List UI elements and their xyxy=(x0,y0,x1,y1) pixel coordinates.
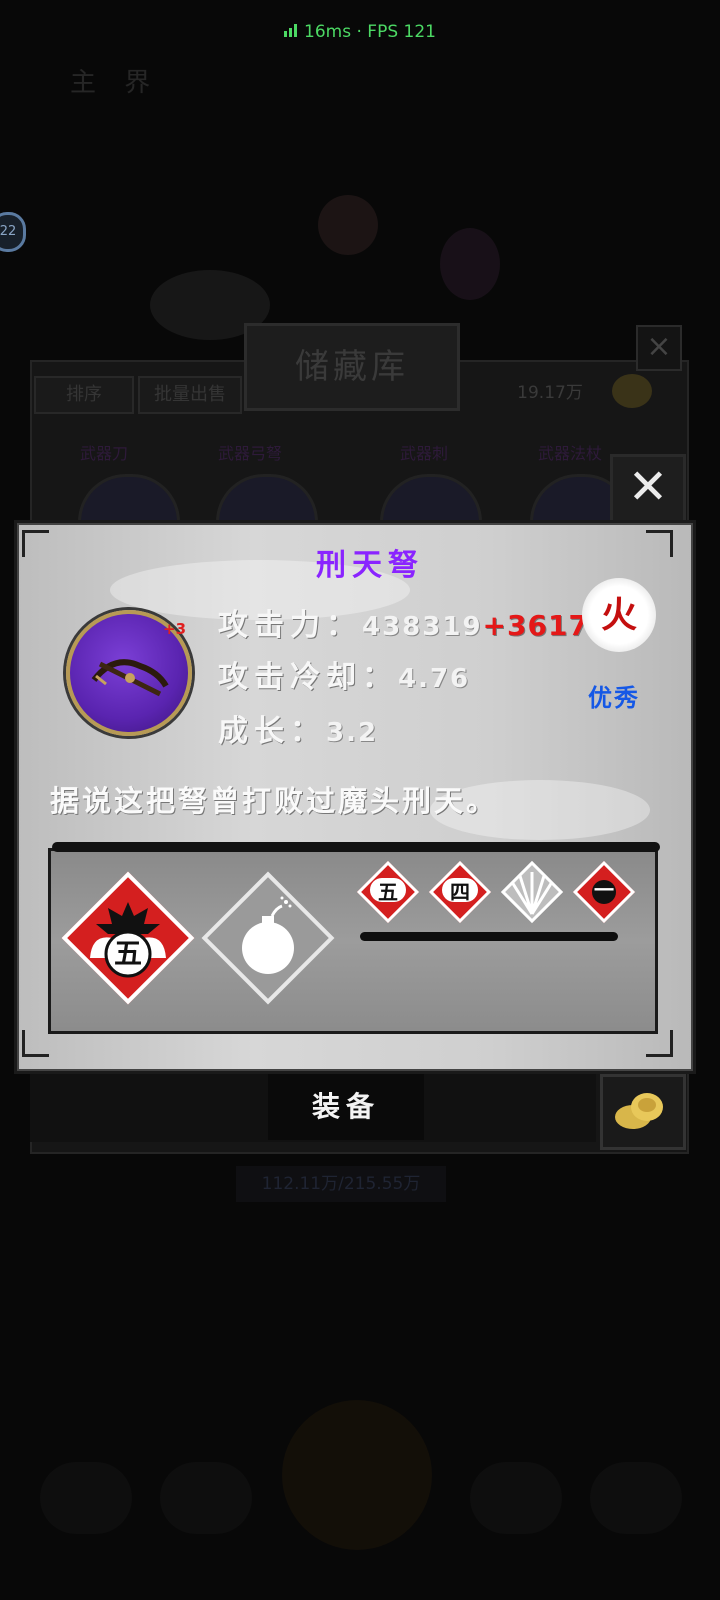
cooldown-label: 攻击冷却 xyxy=(218,660,362,695)
nav-item[interactable] xyxy=(590,1462,682,1534)
dim-character-icon xyxy=(318,195,378,255)
sell-button[interactable] xyxy=(600,1074,686,1150)
separator: ： xyxy=(362,660,398,695)
cooldown-row: 攻击冷却：4.76 xyxy=(218,652,470,696)
separator: ： xyxy=(326,608,362,643)
category-label: 武器刺 xyxy=(400,444,449,463)
skill-glyph: 五 xyxy=(113,937,142,970)
skill-slot[interactable]: 五 xyxy=(61,871,195,1005)
sub-skill-glyph: 五 xyxy=(378,880,398,904)
coin-icon xyxy=(612,374,652,408)
sort-tab[interactable]: 排序 xyxy=(34,376,134,414)
nav-item[interactable] xyxy=(470,1462,562,1534)
nav-main-button[interactable] xyxy=(282,1400,432,1550)
cooldown-value: 4.76 xyxy=(398,664,471,694)
growth-label: 成长 xyxy=(218,714,290,749)
item-description: 据说这把弩曾打败过魔头刑天。 xyxy=(50,784,499,818)
sub-skill-glyph: 一 xyxy=(594,878,614,902)
equip-button[interactable]: 装备 xyxy=(268,1074,424,1140)
screen-title-dim: 主 界 xyxy=(70,68,161,98)
separator: ： xyxy=(290,714,326,749)
sub-skill-fan[interactable] xyxy=(500,860,564,924)
storage-capacity: 112.11万/215.55万 xyxy=(236,1166,446,1202)
growth-value: 3.2 xyxy=(326,718,379,748)
coin-pile-icon xyxy=(615,1093,663,1129)
fan-icon xyxy=(510,872,554,915)
attack-label: 攻击力 xyxy=(218,608,326,643)
nav-item[interactable] xyxy=(160,1462,252,1534)
bomb-icon xyxy=(242,896,294,974)
growth-row: 成长：3.2 xyxy=(218,706,378,750)
perf-text: 16ms · FPS 121 xyxy=(304,22,436,42)
attack-row: 攻击力：438319+361747 xyxy=(218,600,630,644)
storage-title: 储藏库 xyxy=(244,323,460,411)
frame-corner xyxy=(22,1030,49,1057)
storage-close-icon[interactable]: × xyxy=(636,325,682,371)
signal-icon xyxy=(284,22,300,42)
ink-brush-stroke xyxy=(52,842,660,852)
performance-overlay: 16ms · FPS 121 xyxy=(0,22,720,42)
sub-skill-five[interactable]: 五 xyxy=(356,860,420,924)
attack-value: 438319 xyxy=(362,612,483,642)
quality-label: 优秀 xyxy=(588,683,640,712)
sub-skill-one[interactable]: 一 xyxy=(572,860,636,924)
sub-skill-four[interactable]: 四 xyxy=(428,860,492,924)
enhance-level: +3 xyxy=(163,620,187,638)
nav-item[interactable] xyxy=(40,1462,132,1534)
batch-sell-tab[interactable]: 批量出售 xyxy=(138,376,242,414)
category-label: 武器刀 xyxy=(80,444,129,463)
level-badge: 22 xyxy=(0,212,26,252)
ink-brush-stroke xyxy=(360,932,618,941)
item-name: 刑天弩 xyxy=(316,548,424,583)
category-label: 武器法杖 xyxy=(538,444,603,463)
frame-corner xyxy=(646,1030,673,1057)
sub-skill-glyph: 四 xyxy=(450,880,470,904)
skill-slot[interactable] xyxy=(201,871,335,1005)
category-label: 武器弓弩 xyxy=(218,444,283,463)
element-badge: 火 xyxy=(582,578,656,652)
close-icon[interactable]: ✕ xyxy=(610,454,686,524)
dim-character-icon xyxy=(440,228,500,300)
